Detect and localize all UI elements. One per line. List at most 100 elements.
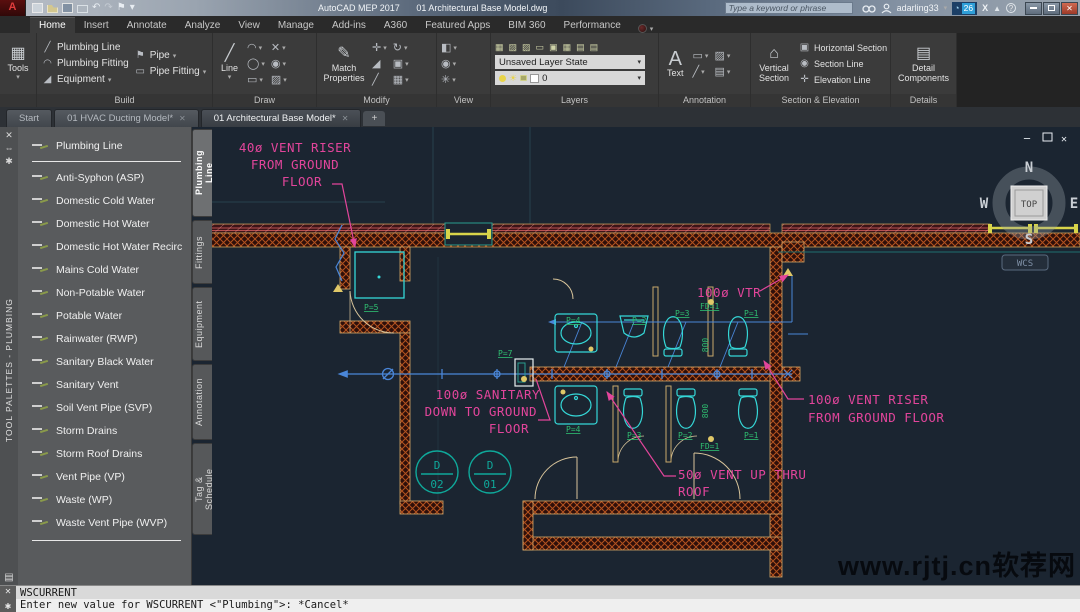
plumbing-line-button[interactable]: ╱ Plumbing Line <box>41 40 129 55</box>
tab-analyze[interactable]: Analyze <box>176 18 230 33</box>
vertical-section-button[interactable]: ⌂ Vertical Section <box>755 43 793 85</box>
view-style-tool[interactable]: ◧▾ <box>441 40 457 55</box>
viewport-close-icon[interactable]: ✕ <box>1061 134 1067 145</box>
ribbon-options[interactable]: ▾ <box>638 24 654 33</box>
line-button[interactable]: ╱ Line ▾ <box>217 43 242 85</box>
new-drawing-tab-button[interactable]: + <box>363 111 385 126</box>
viewport-minimize-icon[interactable]: ─ <box>1023 134 1031 145</box>
palette-panel-icon[interactable]: ▤ <box>4 572 13 583</box>
command-close-icon[interactable]: ✕ <box>5 587 12 596</box>
tab-featured-apps[interactable]: Featured Apps <box>416 18 499 33</box>
tab-bim360[interactable]: BIM 360 <box>499 18 554 33</box>
a360-icon[interactable]: ▲ <box>993 4 1001 13</box>
tab-insert[interactable]: Insert <box>75 18 118 33</box>
palette-close-icon[interactable]: ✕ <box>5 129 13 142</box>
qat-dropdown-icon[interactable]: ▾ <box>130 3 135 13</box>
match-properties-button[interactable]: ✎ Match Properties <box>321 43 367 85</box>
file-tab-hvac[interactable]: 01 HVAC Ducting Model*✕ <box>54 109 199 127</box>
workspace-icon[interactable]: ⚑ <box>117 3 126 13</box>
palette-item[interactable]: Waste Vent Pipe (WVP) <box>32 511 191 534</box>
arc-tool[interactable]: ◠▾ <box>247 40 265 55</box>
app-logo-icon[interactable]: A <box>0 0 26 16</box>
dimension-tool[interactable]: ▭▾ <box>693 48 709 63</box>
palette-item-plumbing-line[interactable]: Plumbing Line <box>32 133 191 159</box>
notification-badge[interactable]: ◔ 26 <box>952 2 977 15</box>
help-icon[interactable]: ? <box>1006 3 1016 13</box>
viewcube-south[interactable]: S <box>1025 232 1033 248</box>
palette-item[interactable]: Storm Drains <box>32 419 191 442</box>
exchange-apps-icon[interactable]: X <box>982 3 988 13</box>
tools-button[interactable]: ▦ Tools ▾ <box>4 43 33 85</box>
copy-tool[interactable]: ▣▾ <box>393 56 409 71</box>
leader-tool[interactable]: ╱▾ <box>693 64 709 79</box>
rectangle-tool[interactable]: ▭▾ <box>247 72 265 87</box>
palette-item[interactable]: Sanitary Black Water <box>32 350 191 373</box>
text-button[interactable]: A Text <box>663 48 688 80</box>
command-prompt-line[interactable]: Enter new value for WSCURRENT <"Plumbing… <box>16 599 1080 612</box>
user-dropdown-icon[interactable]: ▾ <box>944 4 948 12</box>
hatch-tool[interactable]: ▨▾ <box>271 72 287 87</box>
palette-item[interactable]: Sanitary Vent <box>32 373 191 396</box>
palette-tab-tag-schedule[interactable]: Tag & Schedule <box>192 443 212 535</box>
trim-tool[interactable]: ╱ <box>372 72 387 87</box>
palette-item[interactable]: Potable Water <box>32 304 191 327</box>
viewcube-west[interactable]: W <box>980 196 989 212</box>
pipe-fitting-button[interactable]: ▭ Pipe Fitting ▾ <box>134 64 207 79</box>
pipe-button[interactable]: ⚑ Pipe ▾ <box>134 48 207 63</box>
close-tab-icon[interactable]: ✕ <box>179 114 186 123</box>
erase-tool[interactable]: ◢ <box>372 56 387 71</box>
array-tool[interactable]: ▦▾ <box>393 72 409 87</box>
palette-item[interactable]: Rainwater (RWP) <box>32 327 191 350</box>
save-icon[interactable] <box>62 3 73 13</box>
tab-addins[interactable]: Add-ins <box>323 18 375 33</box>
palette-item[interactable]: Soil Vent Pipe (SVP) <box>32 396 191 419</box>
command-customize-icon[interactable]: ✱ <box>5 602 12 611</box>
palette-item[interactable]: Mains Cold Water <box>32 258 191 281</box>
search-input[interactable]: Type a keyword or phrase <box>725 2 853 14</box>
tab-annotate[interactable]: Annotate <box>118 18 176 33</box>
section-line-button[interactable]: ◉ Section Line <box>798 56 887 71</box>
ellipse-tool[interactable]: ◉▾ <box>271 56 287 71</box>
palette-item[interactable]: Domestic Cold Water <box>32 189 191 212</box>
move-tool[interactable]: ✛▾ <box>372 40 387 55</box>
palette-item[interactable]: Domestic Hot Water <box>32 212 191 235</box>
palette-tab-plumbing-line[interactable]: Plumbing Line <box>192 129 212 217</box>
viewcube-east[interactable]: E <box>1070 196 1078 212</box>
circle-tool[interactable]: ◯▾ <box>247 56 265 71</box>
drawing-viewport[interactable]: P=4 P=2 P=3 FD=1 P=1 P=4 P=3 P=2 FD=1 P=… <box>192 127 1080 585</box>
close-tab-icon[interactable]: ✕ <box>342 114 349 123</box>
horizontal-section-button[interactable]: ▣ Horizontal Section <box>798 40 887 55</box>
palette-item[interactable]: Waste (WP) <box>32 488 191 511</box>
close-button[interactable]: ✕ <box>1061 2 1078 15</box>
rotate-tool[interactable]: ↻▾ <box>393 40 409 55</box>
detail-components-button[interactable]: ▤ Detail Components <box>894 43 953 85</box>
view-zoom-tool[interactable]: ✳▾ <box>441 72 457 87</box>
equipment-button[interactable]: ◢ Equipment ▾ <box>41 72 129 87</box>
print-icon[interactable] <box>77 5 88 13</box>
polyline-tool[interactable]: ✕▾ <box>271 40 287 55</box>
palette-autohide-icon[interactable]: ⇔ <box>5 142 14 155</box>
tab-a360[interactable]: A360 <box>375 18 416 33</box>
palette-item[interactable]: Domestic Hot Water Recirc <box>32 235 191 258</box>
viewcube-north[interactable]: N <box>1025 160 1033 176</box>
restore-button[interactable] <box>1043 2 1060 15</box>
plumbing-fitting-button[interactable]: ◠ Plumbing Fitting <box>41 56 129 71</box>
layer-state-dropdown[interactable]: Unsaved Layer State▾ <box>495 55 645 69</box>
palette-tab-fittings[interactable]: Fittings <box>192 220 212 284</box>
palette-properties-icon[interactable]: ✱ <box>5 155 13 168</box>
view-orbit-tool[interactable]: ◉▾ <box>441 56 457 71</box>
tab-performance[interactable]: Performance <box>555 18 630 33</box>
floor-plan-canvas[interactable]: P=4 P=2 P=3 FD=1 P=1 P=4 P=3 P=2 FD=1 P=… <box>192 127 1080 585</box>
palette-tab-equipment[interactable]: Equipment <box>192 287 212 361</box>
new-file-icon[interactable] <box>32 3 43 13</box>
tag-tool[interactable]: ▨▾ <box>714 48 730 63</box>
palette-item[interactable]: Vent Pipe (VP) <box>32 465 191 488</box>
open-file-icon[interactable] <box>47 3 58 13</box>
palette-item[interactable]: Storm Roof Drains <box>32 442 191 465</box>
tab-view[interactable]: View <box>229 18 269 33</box>
tab-manage[interactable]: Manage <box>269 18 323 33</box>
model-space-background[interactable] <box>192 127 1080 585</box>
table-tool[interactable]: ▤▾ <box>714 64 730 79</box>
command-history[interactable]: WSCURRENT Enter new value for WSCURRENT … <box>16 586 1080 612</box>
palette-tab-annotation[interactable]: Annotation <box>192 364 212 440</box>
